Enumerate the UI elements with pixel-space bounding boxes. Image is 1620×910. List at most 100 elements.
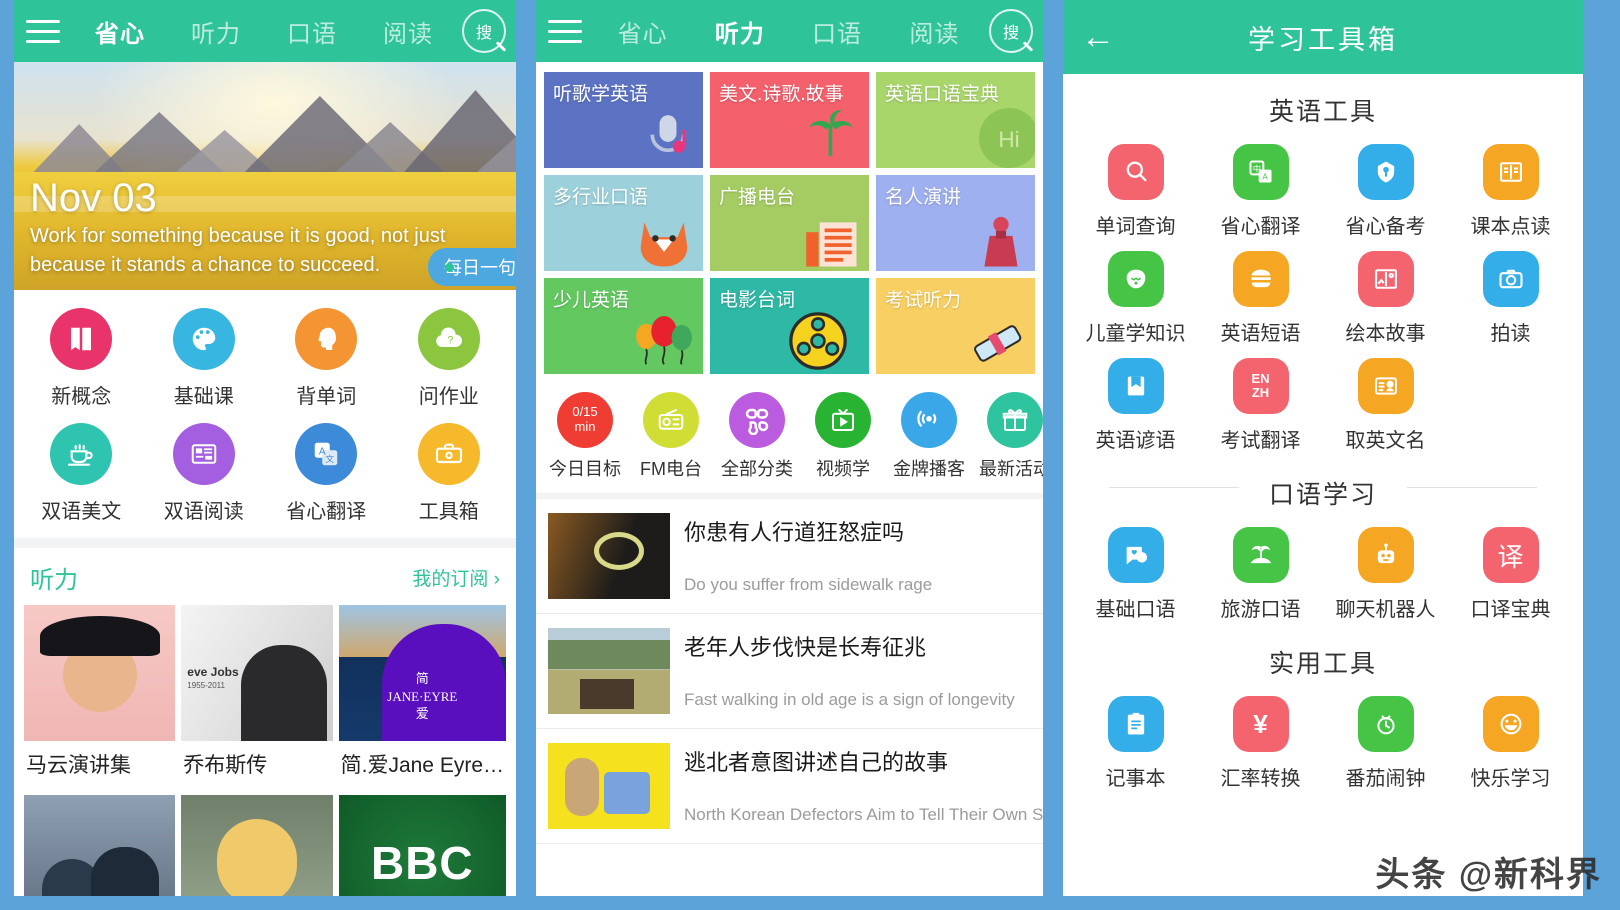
en-zh-icon: EN ZH	[1232, 358, 1289, 414]
search-icon[interactable]: 搜	[462, 9, 506, 53]
album-artwork: eve Jobs 1955-2011	[181, 605, 333, 741]
tile-meiwen-shige-gushi[interactable]: 美文.诗歌.故事	[710, 72, 869, 168]
shortcut-beidanci[interactable]: 背单词	[265, 308, 388, 409]
quick-action-quanbu-fenlei[interactable]: 全部分类	[714, 392, 800, 481]
hamburger-icon[interactable]	[536, 19, 594, 43]
open-book-icon	[1482, 144, 1539, 200]
daily-sentence-badge[interactable]: 每日一句	[428, 248, 516, 286]
tool-label: 基础口语	[1095, 599, 1176, 621]
tool-huiben-gushi[interactable]: 绘本故事	[1323, 251, 1448, 346]
shortcut-jichuke[interactable]: 基础课	[143, 308, 266, 409]
news-thumbnail	[548, 743, 670, 829]
tool-label: 儿童学知识	[1085, 323, 1186, 345]
tool-label: 绘本故事	[1345, 323, 1426, 345]
tool-kuaile-xuexi[interactable]: 快乐学习	[1448, 696, 1573, 791]
tool-label: 拍读	[1490, 323, 1531, 345]
travel-palm-icon	[1232, 527, 1289, 583]
tool-liaotian-jiqiren[interactable]: 聊天机器人	[1323, 527, 1448, 622]
tool-fanqie-naozhong[interactable]: 番茄闹钟	[1323, 696, 1448, 791]
tab-yuedu[interactable]: 阅读	[909, 14, 959, 49]
tab-tingli[interactable]: 听力	[715, 14, 765, 49]
tool-label: 考试翻译	[1220, 430, 1301, 452]
tab-shengxin[interactable]: 省心	[95, 14, 145, 49]
tab-shengxin[interactable]: 省心	[618, 14, 668, 49]
tool-label: 聊天机器人	[1335, 599, 1436, 621]
news-text: 逃北者意图讲述自己的故事 North Korean Defectors Aim …	[684, 743, 1043, 829]
shortcut-shengxinfanyi[interactable]: A文 省心翻译	[265, 423, 388, 524]
search-icon[interactable]: 搜	[989, 9, 1033, 53]
album-artwork	[24, 605, 176, 741]
tool-kouyi-baodian[interactable]: 译 口译宝典	[1448, 527, 1573, 622]
tool-ertong-xuezhishi[interactable]: 儿童学知识	[1073, 251, 1198, 346]
list-item[interactable]: 你患有人行道狂怒症吗 Do you suffer from sidewalk r…	[536, 499, 1043, 614]
back-arrow-icon[interactable]: ←	[1063, 20, 1133, 54]
tool-kaoshi-fanyi[interactable]: EN ZH 考试翻译	[1198, 358, 1323, 453]
shortcut-xingainian[interactable]: 新概念	[20, 308, 143, 409]
tool-danci-chaxun[interactable]: 单词查询	[1073, 144, 1198, 239]
hamburger-icon[interactable]	[14, 19, 72, 43]
tool-jichu-kouyu[interactable]: 基础口语	[1073, 527, 1198, 622]
tool-yingyu-yanyu[interactable]: 英语谚语	[1073, 358, 1198, 453]
list-item[interactable]: 马云演讲集	[24, 605, 176, 789]
tab-tingli[interactable]: 听力	[191, 14, 241, 49]
album-artwork: BBC	[338, 795, 506, 896]
list-item[interactable]: BBC	[338, 795, 506, 896]
quick-action-shipinxue[interactable]: 视频学	[800, 392, 886, 481]
tool-keben-diandu[interactable]: 课本点读	[1448, 144, 1573, 239]
list-item[interactable]	[181, 795, 333, 896]
practical-tools-grid: 记事本 ¥ 汇率转换 番茄闹钟 快乐学习	[1063, 686, 1583, 795]
shortcut-shuangyumeiwen[interactable]: 双语美文	[20, 423, 143, 524]
tool-qu-yingwenming[interactable]: 取英文名	[1323, 358, 1448, 453]
speech-heart-icon	[1107, 527, 1164, 583]
tile-yingyu-kouyu-baodian[interactable]: 英语口语宝典 Hi	[876, 72, 1035, 168]
quick-action-label: FM电台	[640, 459, 702, 479]
tool-label: 课本点读	[1470, 216, 1551, 238]
tile-kaoshi-tingli[interactable]: 考试听力	[876, 278, 1035, 374]
my-subscription-link[interactable]: 我的订阅 ›	[412, 564, 500, 591]
tool-label: 快乐学习	[1470, 768, 1551, 790]
tile-guangbo-diantai[interactable]: 广播电台	[710, 175, 869, 271]
tile-duohangye-kouyu[interactable]: 多行业口语	[544, 175, 703, 271]
tool-padu[interactable]: 拍读	[1448, 251, 1573, 346]
tab-kouyu[interactable]: 口语	[287, 14, 337, 49]
list-item[interactable]: eve Jobs 1955-2011 乔布斯传	[181, 605, 333, 789]
quick-action-jinpai-boke[interactable]: 金牌播客	[886, 392, 972, 481]
quick-action-jinri-mubiao[interactable]: 0/15 min 今日目标	[542, 392, 628, 481]
shortcut-gongjuxiang[interactable]: 工具箱	[388, 423, 511, 524]
tool-yingyu-duanyu[interactable]: 英语短语	[1198, 251, 1323, 346]
quick-action-label: 全部分类	[721, 459, 793, 479]
hi-bubble-icon: Hi	[973, 102, 1035, 168]
shortcut-shuangyuyuedu[interactable]: 双语阅读	[143, 423, 266, 524]
tool-shengxin-beikao[interactable]: 省心备考	[1323, 144, 1448, 239]
tool-shengxin-fanyi[interactable]: 中A 省心翻译	[1198, 144, 1323, 239]
pen-badge-icon	[1357, 144, 1414, 200]
tool-huilv-zhuanhuan[interactable]: ¥ 汇率转换	[1198, 696, 1323, 791]
tool-lvyou-kouyu[interactable]: 旅游口语	[1198, 527, 1323, 622]
palette-icon	[172, 308, 235, 370]
news-thumbnail	[548, 628, 670, 714]
smiley-icon	[1482, 696, 1539, 752]
tool-jishiben[interactable]: 记事本	[1073, 696, 1198, 791]
radio-news-icon	[801, 215, 863, 269]
tool-label: 英语短语	[1220, 323, 1301, 345]
tile-dianying-taici[interactable]: 电影台词	[710, 278, 869, 374]
quick-action-zuixin-huodong[interactable]: 最新活动	[972, 392, 1043, 481]
tab-kouyu[interactable]: 口语	[812, 14, 862, 49]
list-item[interactable]	[24, 795, 176, 896]
list-item[interactable]: 老年人步伐快是长寿征兆 Fast walking in old age is a…	[536, 614, 1043, 729]
phone-panel-listening: 省心 听力 口语 阅读 搜 听歌学英语 美文.诗歌.故事 英语口语宝典 Hi 多…	[536, 0, 1043, 896]
shortcut-wenzuoye[interactable]: ? 问作业	[388, 308, 511, 409]
list-item[interactable]: 简 JANE·EYRE 爱 简.爱Jane Eyre…	[338, 605, 506, 789]
panel3-topbar: ← 学习工具箱	[1063, 0, 1583, 74]
daily-quote-banner[interactable]: Nov 03 Work for something because it is …	[14, 62, 516, 290]
list-item[interactable]: 逃北者意图讲述自己的故事 North Korean Defectors Aim …	[536, 729, 1043, 844]
tile-mingren-yanjiang[interactable]: 名人演讲	[876, 175, 1035, 271]
tab-yuedu[interactable]: 阅读	[383, 14, 433, 49]
quick-action-fm[interactable]: FM电台	[628, 392, 714, 481]
podcast-icon	[901, 392, 957, 448]
tile-label: 考试听力	[885, 290, 962, 311]
news-title: 逃北者意图讲述自己的故事	[684, 750, 949, 775]
carousel-dot[interactable]	[445, 263, 454, 272]
tile-ting-ge-xue-yingyu[interactable]: 听歌学英语	[544, 72, 703, 168]
tile-shaoer-yingyu[interactable]: 少儿英语	[544, 278, 703, 374]
